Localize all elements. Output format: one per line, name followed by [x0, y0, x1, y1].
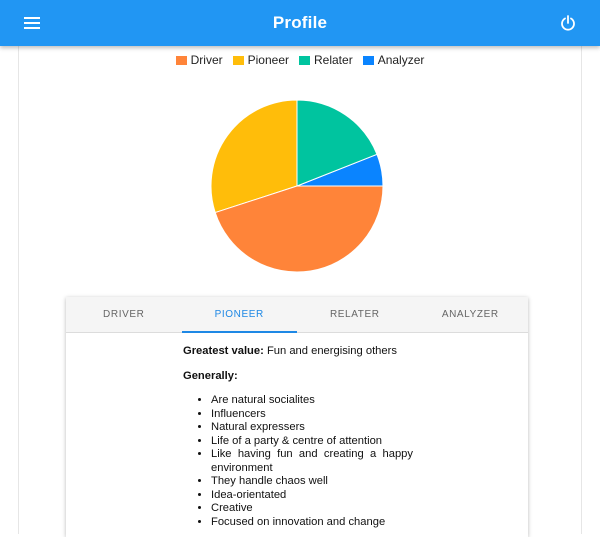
list-item: Influencers: [211, 408, 413, 422]
tab-relater[interactable]: RELATER: [297, 297, 413, 332]
tab-pioneer[interactable]: PIONEER: [181, 297, 298, 333]
page-title: Profile: [272, 13, 328, 32]
list-item: Are natural socialites: [211, 394, 413, 408]
tab-analyzer[interactable]: ANALYZER: [413, 297, 529, 332]
list-item: Life of a party & centre of attention: [211, 435, 413, 449]
tab-bar: DRIVER PIONEER RELATER ANALYZER: [66, 297, 528, 333]
list-item: Focused on innovation and change: [211, 516, 413, 530]
greatest-value-text: Fun and energising others: [266, 345, 397, 357]
app-bar: Profile: [0, 0, 600, 46]
power-button[interactable]: [554, 11, 582, 35]
tab-content: Greatest value: Fun and energising other…: [183, 345, 413, 529]
tab-driver[interactable]: DRIVER: [66, 297, 182, 332]
trait-list: Are natural socialites Influencers Natur…: [183, 394, 413, 529]
profile-card: DRIVER PIONEER RELATER ANALYZER Greatest…: [66, 297, 528, 537]
list-item: They handle chaos well: [211, 475, 413, 489]
generally-heading: Generally:: [183, 370, 413, 384]
list-item: Like having fun and creating a happy env…: [211, 448, 413, 475]
greatest-value-label: Greatest value:: [183, 345, 264, 357]
generally-label: Generally:: [183, 369, 238, 382]
greatest-value: Greatest value: Fun and energising other…: [183, 345, 413, 359]
list-item: Idea-orientated: [211, 489, 413, 503]
power-icon: [561, 15, 575, 31]
list-item: Natural expressers: [211, 421, 413, 435]
list-item: Creative: [211, 502, 413, 516]
